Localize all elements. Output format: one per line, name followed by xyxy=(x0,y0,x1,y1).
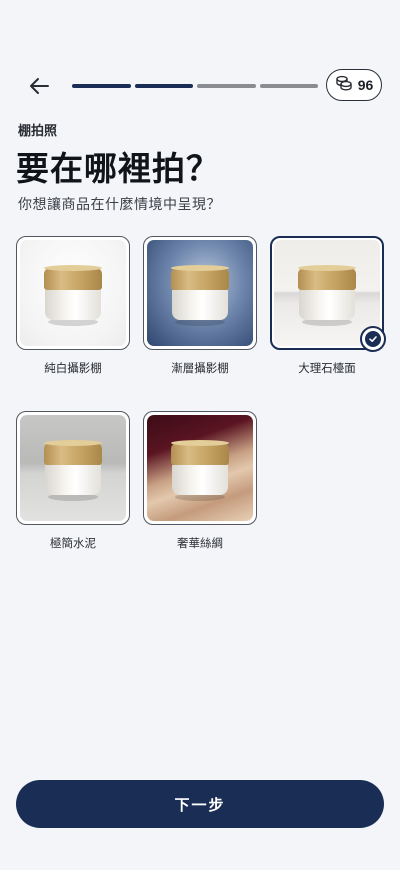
page-title: 要在哪裡拍？ xyxy=(16,149,220,188)
jar-image xyxy=(44,265,102,328)
option-label: 純白攝影棚 xyxy=(44,361,102,375)
option-card-white-studio[interactable] xyxy=(16,236,130,350)
option-card-minimal-concrete[interactable] xyxy=(16,411,130,525)
jar-image xyxy=(44,440,102,503)
coins-icon xyxy=(335,75,353,95)
step-label: 棚拍照 xyxy=(18,124,58,139)
white-studio-image xyxy=(20,240,126,346)
option-card-gradient-studio[interactable] xyxy=(143,236,257,350)
option-label: 極簡水泥 xyxy=(50,536,96,550)
next-button[interactable]: 下一步 xyxy=(16,780,384,828)
jar-image xyxy=(298,265,356,328)
jar-image xyxy=(171,265,229,328)
credits-badge[interactable]: 96 xyxy=(326,69,382,101)
credits-count: 96 xyxy=(357,77,374,93)
back-arrow-icon[interactable] xyxy=(26,74,54,98)
progress-segment xyxy=(197,84,256,88)
option-card-marble-countertop[interactable] xyxy=(270,236,386,352)
progress-segment xyxy=(259,84,318,88)
option-label: 大理石檯面 xyxy=(298,361,356,375)
luxury-silk-image xyxy=(147,415,253,521)
minimal-concrete-image xyxy=(20,415,126,521)
progress-bar xyxy=(72,84,318,88)
progress-segment xyxy=(134,84,193,88)
option-card-luxury-silk[interactable] xyxy=(143,411,257,525)
page-subtitle: 你想讓商品在什麼情境中呈現？ xyxy=(18,197,221,213)
progress-segment xyxy=(72,84,131,88)
option-label: 奢華絲綢 xyxy=(177,536,223,550)
selected-check-icon xyxy=(360,326,386,352)
gradient-studio-image xyxy=(147,240,253,346)
jar-image xyxy=(171,440,229,503)
option-label: 漸層攝影棚 xyxy=(171,361,229,375)
top-bar: 96 xyxy=(0,66,400,106)
